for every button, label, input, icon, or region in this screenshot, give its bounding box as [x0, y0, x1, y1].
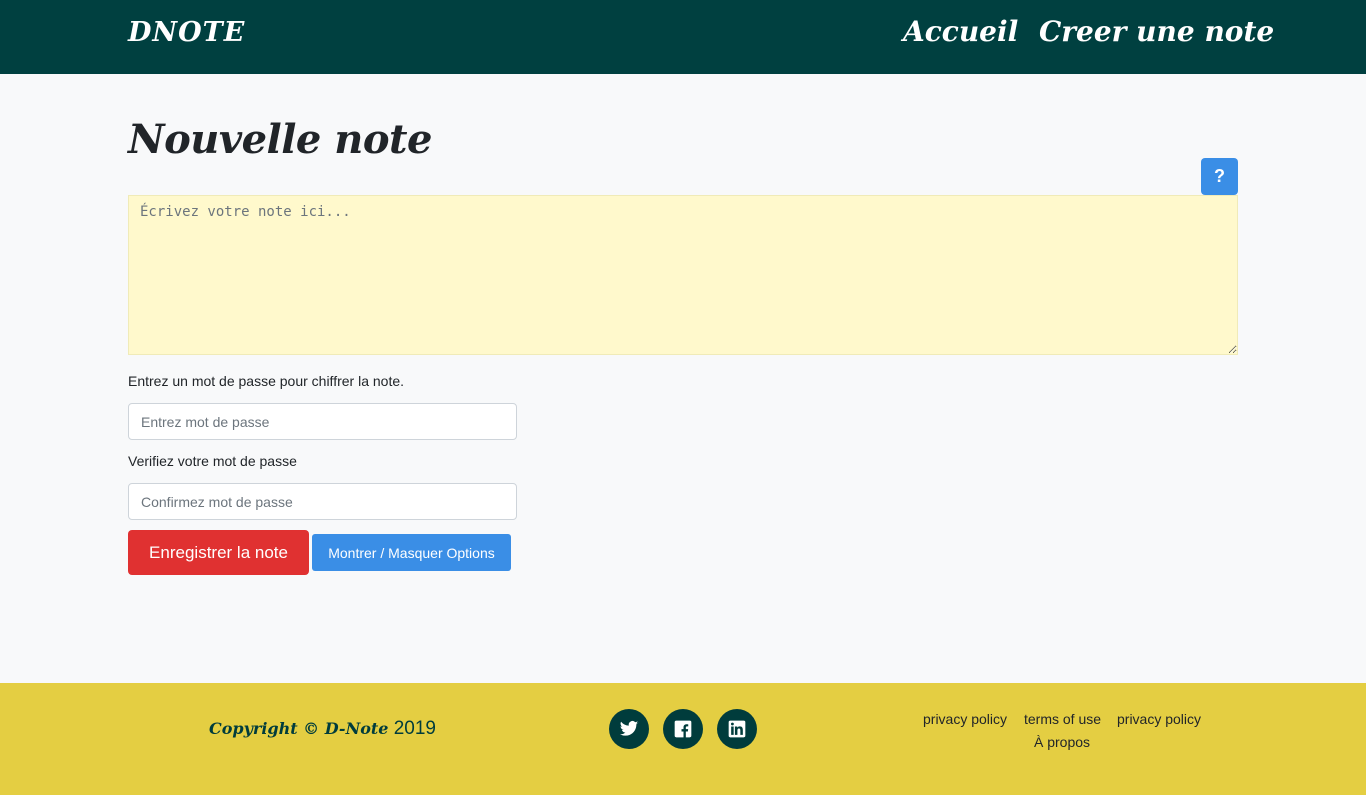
- twitter-link[interactable]: [609, 709, 649, 749]
- copyright: Copyright © D-Note 2019: [209, 718, 436, 740]
- help-button[interactable]: ?: [1201, 158, 1238, 195]
- facebook-icon: [674, 720, 692, 738]
- nav-link-creer-note[interactable]: Creer une note: [1039, 15, 1274, 48]
- page-title: Nouvelle note: [128, 116, 432, 163]
- confirm-password-input[interactable]: [128, 483, 517, 520]
- linkedin-icon: [728, 720, 746, 738]
- verify-password-label: Verifiez votre mot de passe: [128, 453, 297, 469]
- footer-link-privacy-2[interactable]: privacy policy: [1117, 711, 1201, 727]
- footer-link-about[interactable]: À propos: [1034, 734, 1090, 750]
- footer-link-privacy[interactable]: privacy policy: [923, 711, 1007, 727]
- copyright-year: 2019: [393, 718, 436, 739]
- brand-logo[interactable]: DNOTE: [128, 17, 245, 48]
- footer-link-terms[interactable]: terms of use: [1024, 711, 1101, 727]
- note-textarea[interactable]: [128, 195, 1238, 355]
- password-input[interactable]: [128, 403, 517, 440]
- twitter-icon: [619, 721, 639, 736]
- save-note-button[interactable]: Enregistrer la note: [128, 530, 309, 575]
- password-label: Entrez un mot de passe pour chiffrer la …: [128, 373, 405, 389]
- navbar: DNOTE Accueil Creer une note: [0, 0, 1366, 74]
- footer: Copyright © D-Note 2019 privacy policy t…: [0, 683, 1366, 795]
- linkedin-link[interactable]: [717, 709, 757, 749]
- nav-link-accueil[interactable]: Accueil: [903, 15, 1018, 48]
- toggle-options-button[interactable]: Montrer / Masquer Options: [312, 534, 511, 571]
- facebook-link[interactable]: [663, 709, 703, 749]
- copyright-text: Copyright © D-Note: [209, 719, 389, 738]
